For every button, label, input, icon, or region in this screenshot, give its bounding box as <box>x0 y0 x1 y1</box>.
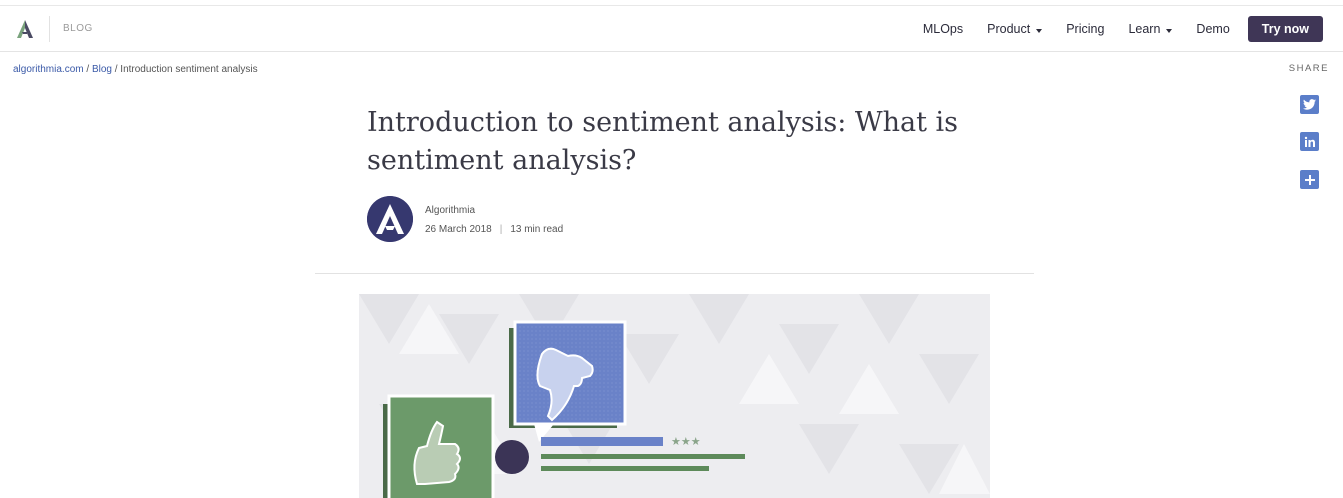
site-header: BLOG MLOps Product Pricing Learn Demo Tr… <box>0 6 1343 52</box>
breadcrumb-blog-link[interactable]: Blog <box>92 64 112 75</box>
logo-divider <box>49 16 50 42</box>
article-title: Introduction to sentiment analysis: What… <box>367 107 959 176</box>
meta-separator: | <box>499 224 503 235</box>
nav-pricing[interactable]: Pricing <box>1066 22 1104 36</box>
hero-image: ★★★ <box>359 294 990 498</box>
twitter-icon[interactable] <box>1300 95 1319 114</box>
breadcrumb-current: Introduction sentiment analysis <box>120 64 258 75</box>
chevron-down-icon <box>1036 28 1043 33</box>
nav-product[interactable]: Product <box>987 22 1043 36</box>
nav-mlops[interactable]: MLOps <box>923 22 963 36</box>
nav-demo[interactable]: Demo <box>1196 22 1229 36</box>
nav-demo-label: Demo <box>1196 22 1230 36</box>
nav-learn[interactable]: Learn <box>1128 22 1173 36</box>
nav-mlops-label: MLOps <box>922 22 964 36</box>
main-nav: MLOps Product Pricing Learn Demo Try now <box>899 6 1323 52</box>
breadcrumb: algorithmia.com / Blog / Introduction se… <box>13 64 258 75</box>
try-now-button[interactable]: Try now <box>1247 16 1323 42</box>
read-time: 13 min read <box>510 224 564 235</box>
svg-text:★★★: ★★★ <box>671 435 701 448</box>
header-divider <box>315 273 1034 274</box>
share-label: SHARE <box>1288 63 1329 74</box>
linkedin-icon[interactable] <box>1300 132 1319 151</box>
article-meta: 26 March 2018 | 13 min read <box>425 224 563 235</box>
author-avatar[interactable] <box>367 196 413 242</box>
blog-label[interactable]: BLOG <box>63 23 93 34</box>
nav-product-label: Product <box>987 22 1031 36</box>
nav-learn-label: Learn <box>1128 22 1161 36</box>
breadcrumb-home-link[interactable]: algorithmia.com <box>13 64 84 75</box>
plus-icon[interactable] <box>1300 170 1319 189</box>
algorithmia-logo-icon[interactable] <box>14 18 36 40</box>
nav-pricing-label: Pricing <box>1066 22 1105 36</box>
hero-illustration: ★★★ <box>359 294 990 498</box>
breadcrumb-separator: / <box>83 64 92 75</box>
author-name[interactable]: Algorithmia <box>425 205 475 216</box>
publish-date: 26 March 2018 <box>425 224 492 235</box>
chevron-down-icon <box>1166 28 1173 33</box>
